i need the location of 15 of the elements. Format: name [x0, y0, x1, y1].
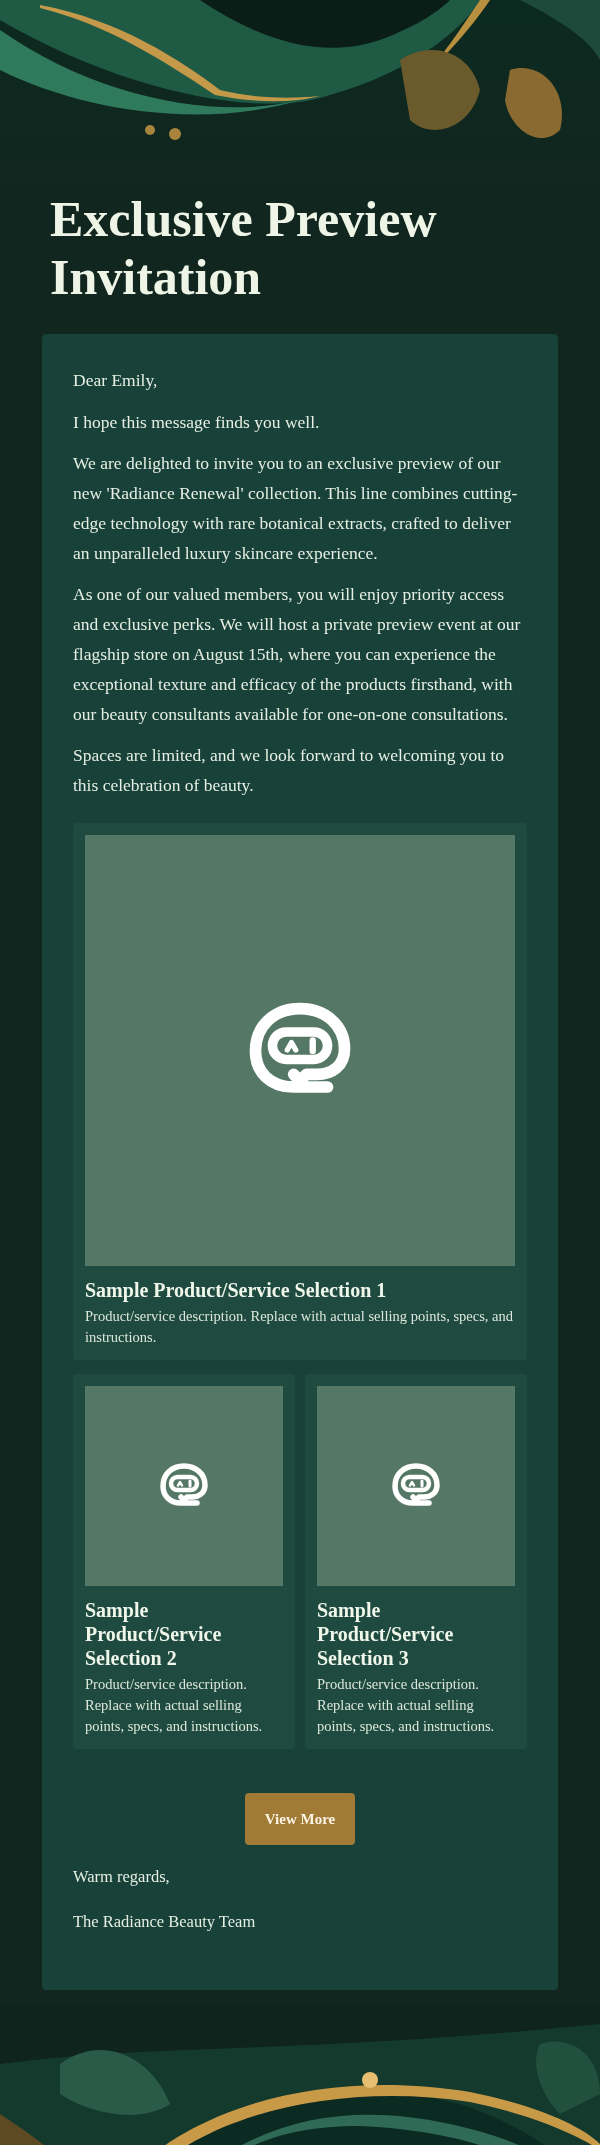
product-title: Sample Product/Service Selection 3 — [317, 1598, 455, 1670]
view-more-button[interactable]: View More — [245, 1793, 355, 1845]
closing-text: Warm regards, — [73, 1866, 171, 1888]
body-paragraph: I hope this message finds you well. — [73, 411, 321, 434]
product-description: Product/service description. Replace with actual selling points, specs, and instructions. — [317, 1675, 496, 1736]
product-description: Product/service description. Replace with actual selling points, specs, and instructions. — [85, 1307, 515, 1347]
product-title: Sample Product/Service Selection 1 — [85, 1278, 388, 1302]
body-paragraph: Spaces are limited, and we look forward to welcoming you to this celebration of beauty. — [73, 744, 506, 797]
body-paragraph: As one of our valued members, you will enjoy priority access and exclusive perks. We will host a private preview event at our flagship store on August 15th, where you can experience the exceptional texture and efficacy of the products firsthand, with our beauty consultants available for one-on-one consultations. — [73, 583, 522, 726]
body-paragraph: We are delighted to invite you to an exclusive preview of our new 'Radiance Renewal' collection. This line combines cutting-edge technology with rare botanical extracts, crafted to deliver an unparalleled luxury skincare experience. — [73, 452, 519, 565]
greeting-text: Dear Emily, — [73, 369, 159, 392]
signature-text: The Radiance Beauty Team — [73, 1911, 257, 1933]
product-description: Product/service description. Replace with actual selling points, specs, and instructions. — [85, 1675, 264, 1736]
invitation-title: Exclusive Preview Invitation — [50, 190, 438, 306]
product-title: Sample Product/Service Selection 2 — [85, 1598, 223, 1670]
